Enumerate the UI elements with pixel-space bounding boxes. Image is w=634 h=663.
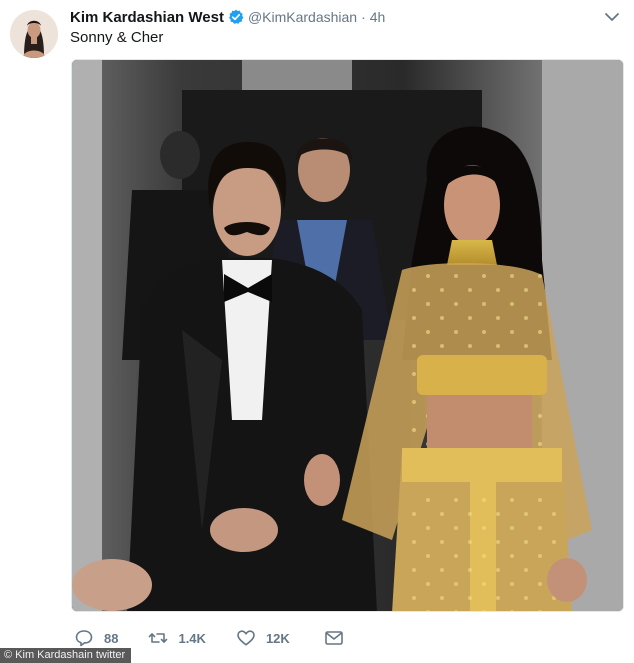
mail-icon xyxy=(324,631,343,645)
tweet: Kim Kardashian West @KimKardashian · 4h … xyxy=(0,0,634,663)
timestamp[interactable]: 4h xyxy=(370,9,386,25)
display-name[interactable]: Kim Kardashian West xyxy=(70,9,224,26)
like-count: 12K xyxy=(265,630,290,646)
reply-button[interactable]: 88 xyxy=(74,628,118,648)
verified-badge-icon xyxy=(228,9,244,25)
chevron-down-icon[interactable] xyxy=(604,10,620,24)
reply-count: 88 xyxy=(104,630,119,646)
user-handle[interactable]: @KimKardashian xyxy=(248,9,357,25)
tweet-text: Sonny & Cher xyxy=(70,29,164,46)
like-button[interactable]: 12K xyxy=(236,628,290,648)
photo-credit: © Kim Kardashain twitter xyxy=(0,648,132,663)
separator-dot: · xyxy=(361,9,366,25)
avatar[interactable] xyxy=(10,10,58,58)
retweet-button[interactable]: 1.4K xyxy=(148,628,206,648)
retweet-count: 1.4K xyxy=(178,630,206,646)
retweet-icon xyxy=(149,633,168,643)
heart-icon xyxy=(237,630,255,646)
tweet-header: Kim Kardashian West @KimKardashian · 4h xyxy=(70,7,385,27)
tweet-actions: 88 1.4K 12K xyxy=(74,626,374,650)
tweet-photo[interactable] xyxy=(71,59,624,612)
reply-icon xyxy=(75,630,93,647)
direct-message-button[interactable] xyxy=(324,628,344,648)
